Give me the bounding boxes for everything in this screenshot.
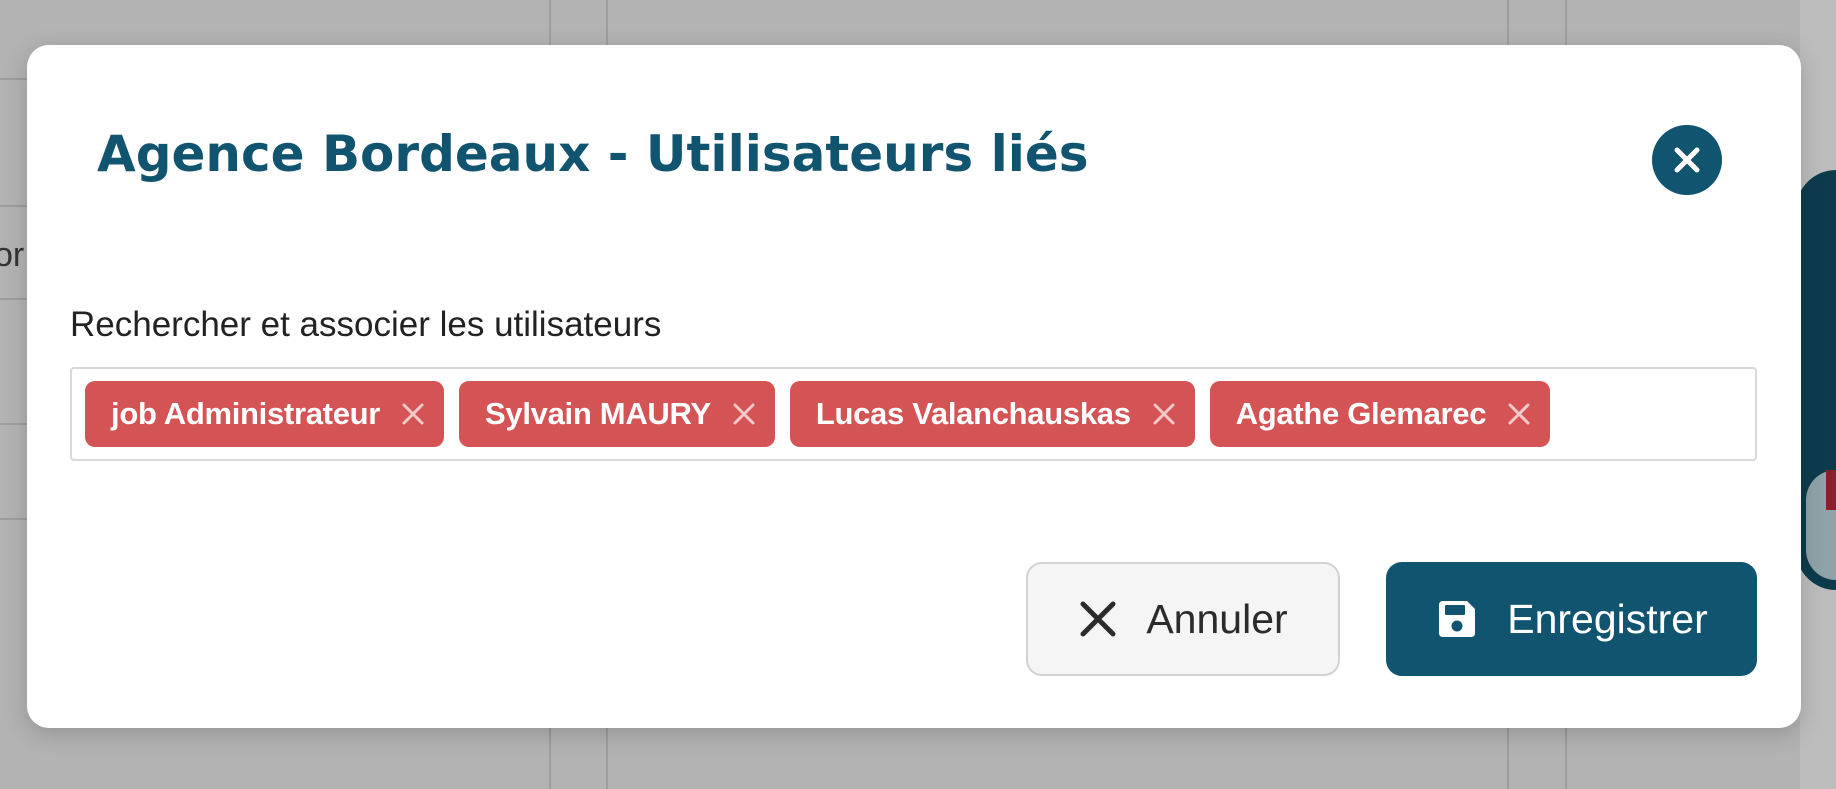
user-tag-label: job Administrateur [111,396,381,431]
background-divider [0,518,28,520]
close-icon [1674,147,1700,173]
user-tag: job Administrateur [85,381,445,447]
user-tag-label: Agathe Glemarec [1235,396,1487,431]
x-icon [733,403,755,425]
background-text-fragment: or [0,236,25,274]
background-illustration [1826,470,1836,510]
tag-remove-button[interactable] [400,401,426,427]
cancel-button[interactable]: Annuler [1026,562,1340,676]
tag-remove-button[interactable] [1151,401,1177,427]
background-divider [0,423,28,425]
user-tag: Lucas Valanchauskas [789,381,1195,447]
floppy-disk-icon [1435,597,1479,641]
user-tag-label: Lucas Valanchauskas [815,396,1131,431]
user-tag: Agathe Glemarec [1209,381,1551,447]
background-divider [0,78,28,80]
x-icon [1508,403,1530,425]
user-tag-label: Sylvain MAURY [485,396,711,431]
x-icon [1153,403,1175,425]
tag-remove-button[interactable] [731,401,757,427]
user-tag: Sylvain MAURY [459,381,775,447]
background-divider [0,205,28,207]
tag-remove-button[interactable] [1506,401,1532,427]
save-button-label: Enregistrer [1507,595,1708,642]
x-icon [1078,599,1118,639]
x-icon [402,403,424,425]
background-divider [0,298,28,300]
modal-title: Agence Bordeaux - Utilisateurs liés [97,125,1089,183]
cancel-button-label: Annuler [1146,595,1288,642]
user-search-label: Rechercher et associer les utilisateurs [70,305,662,344]
linked-users-modal: Agence Bordeaux - Utilisateurs liés Rech… [27,45,1801,728]
user-tag-input[interactable]: job Administrateur Sylvain MAURY Lucas V… [70,367,1757,461]
close-button[interactable] [1652,125,1722,195]
save-button[interactable]: Enregistrer [1386,562,1757,676]
